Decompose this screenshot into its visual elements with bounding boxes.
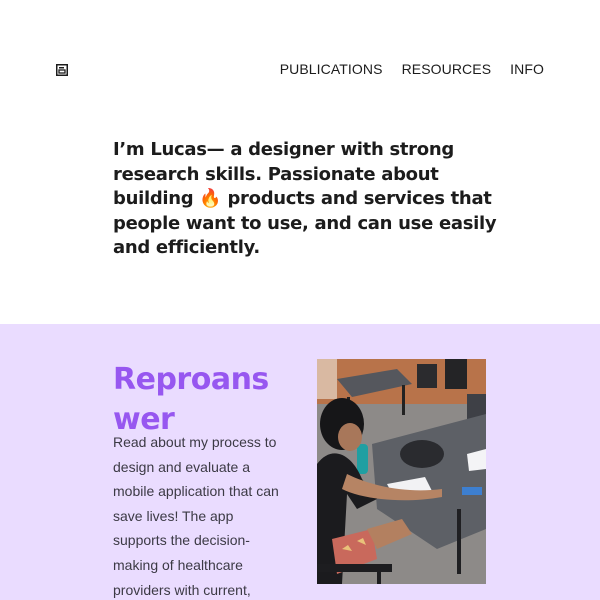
intro-statement: I’m Lucas— a designer with strong resear… (113, 138, 505, 261)
nav-info-link[interactable]: INFO (510, 61, 544, 77)
fire-emoji-icon: 🔥 (199, 188, 222, 210)
project-description: Read about my process to design and eval… (113, 434, 279, 598)
project-card-reproanswer[interactable]: Reproanswer Read about my process to des… (0, 324, 600, 600)
site-header: PUBLICATIONS RESOURCES INFO (0, 0, 600, 140)
project-photo-image[interactable] (317, 359, 486, 584)
main-nav: PUBLICATIONS RESOURCES INFO (280, 61, 544, 77)
nav-resources-link[interactable]: RESOURCES (402, 61, 492, 77)
project-title[interactable]: Reproanswer (113, 360, 283, 440)
nav-publications-link[interactable]: PUBLICATIONS (280, 61, 383, 77)
site-logo-icon[interactable] (56, 61, 68, 76)
